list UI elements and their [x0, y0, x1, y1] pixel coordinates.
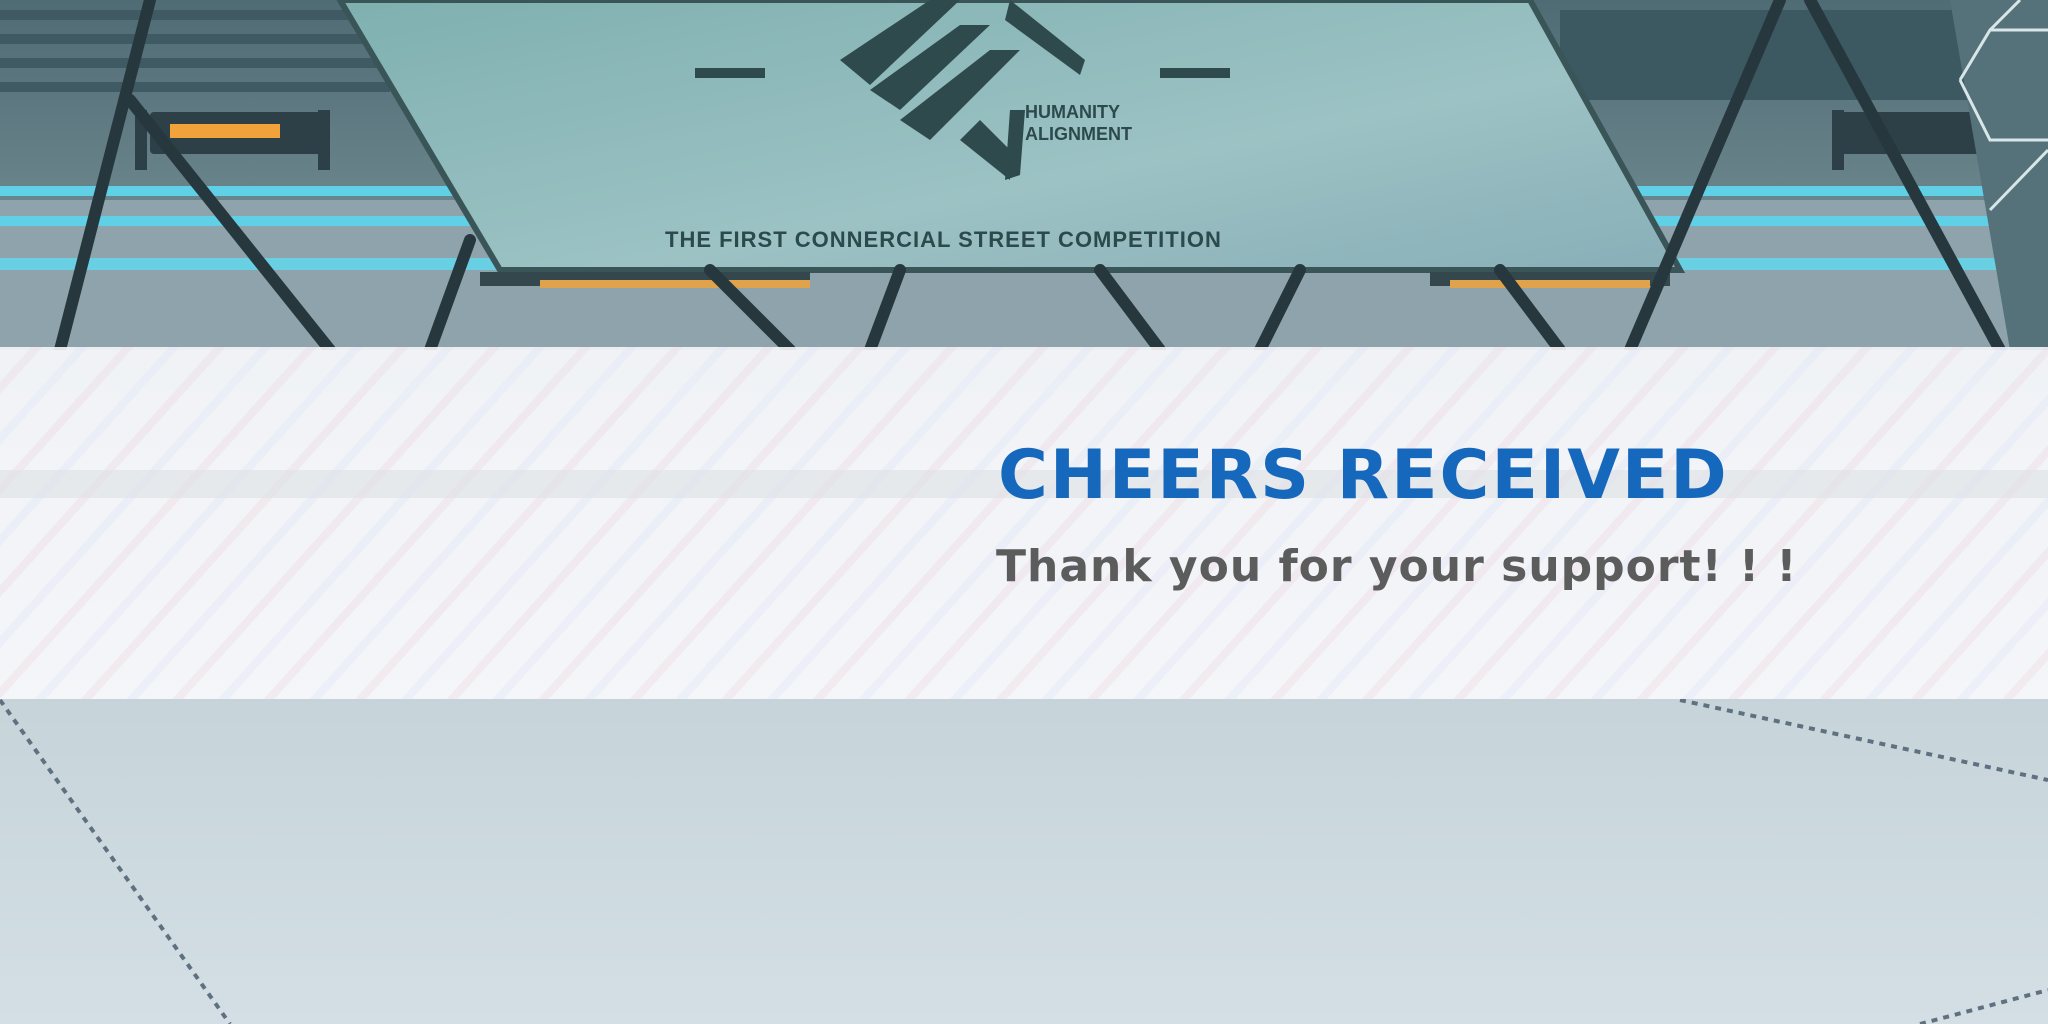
sign-brand-line1: HUMANITY: [1025, 102, 1120, 122]
sign-brand-line2: ALIGNMENT: [1025, 124, 1132, 144]
banner-title: CHEERS RECEIVED: [998, 436, 1729, 515]
banner-subtitle: Thank you for your support! ! !: [996, 541, 1798, 592]
game-screen: HUMANITY ALIGNMENT THE FIRST CONNERCIAL …: [0, 0, 2048, 1024]
notification-banner: [0, 347, 2048, 699]
sign-caption: THE FIRST CONNERCIAL STREET COMPETITION: [665, 227, 1222, 252]
